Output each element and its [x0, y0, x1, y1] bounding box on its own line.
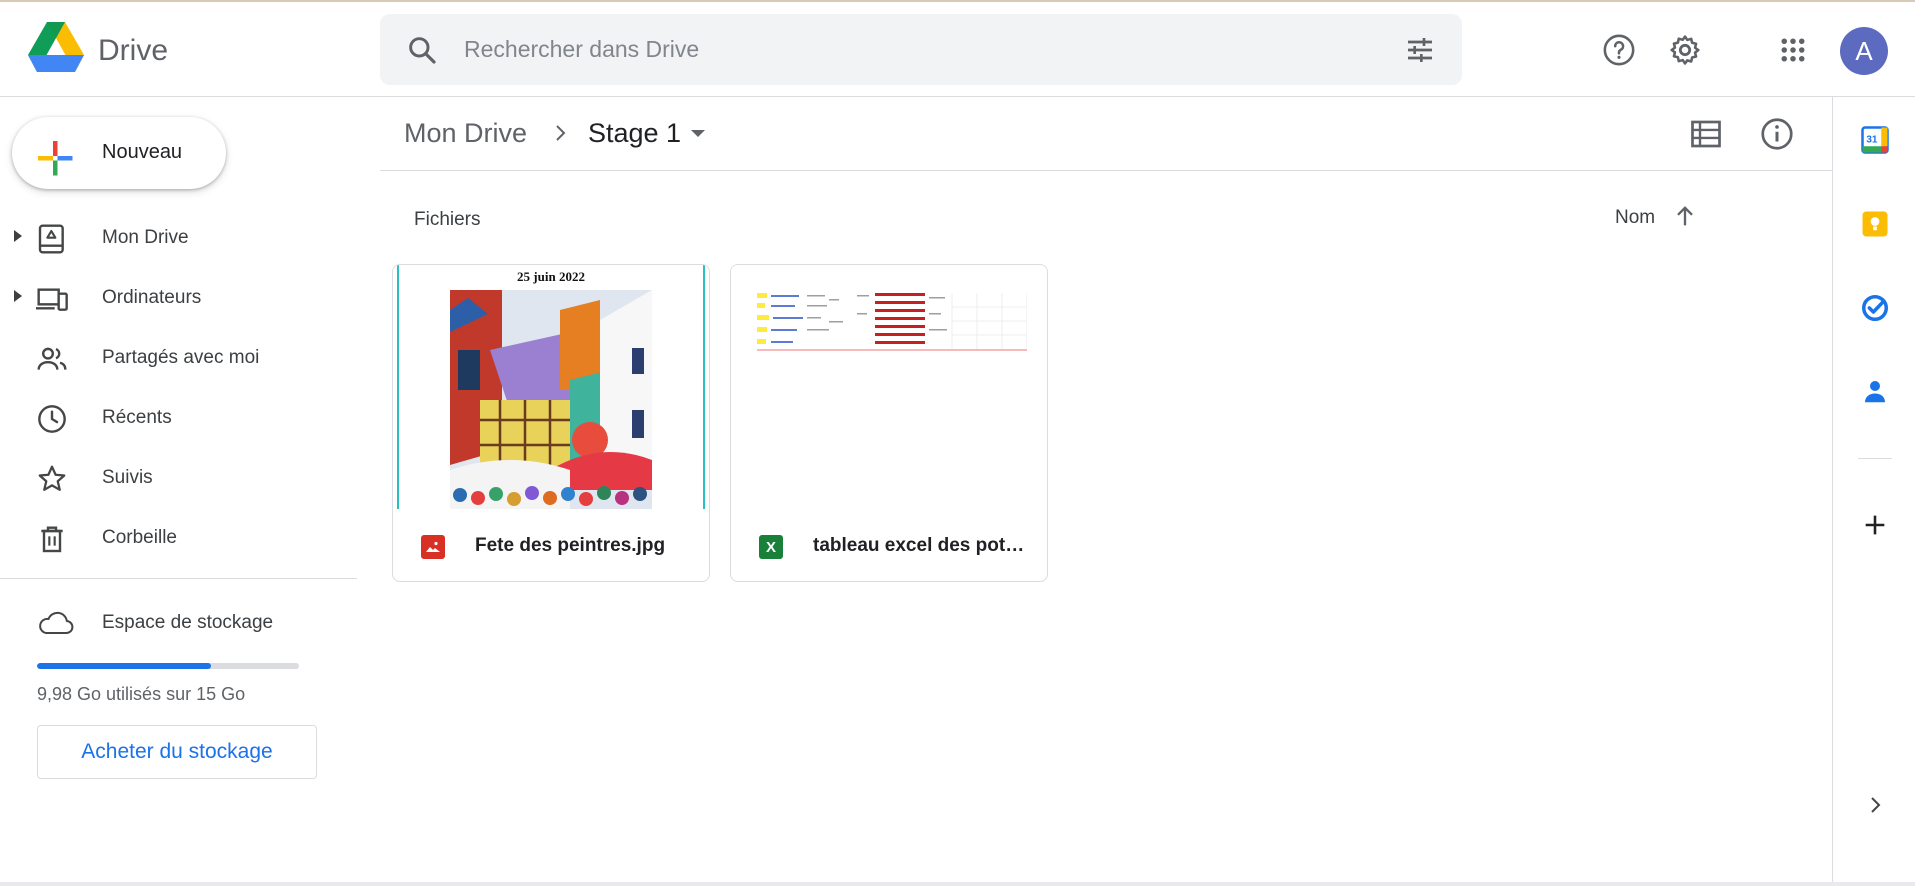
search-options-icon[interactable]	[1404, 34, 1436, 66]
search-icon[interactable]	[406, 34, 438, 66]
file-name: Fete des peintres.jpg	[475, 535, 666, 556]
thumbnail-caption: 25 juin 2022	[517, 269, 585, 284]
star-icon	[38, 465, 66, 491]
trash-icon	[41, 526, 63, 553]
apps-button[interactable]	[1771, 28, 1815, 72]
new-button[interactable]: Nouveau	[12, 117, 226, 189]
help-icon	[1603, 34, 1635, 66]
sidebar-item-recent[interactable]: Récents	[0, 393, 340, 441]
file-thumbnail: 25 juin 2022	[393, 265, 709, 509]
chevron-right-icon	[556, 125, 566, 141]
storage-label[interactable]: Espace de stockage	[102, 612, 273, 634]
tasks-app-button[interactable]	[1857, 290, 1893, 326]
arrow-up-icon[interactable]	[1671, 202, 1699, 230]
files-section-label: Fichiers	[414, 209, 481, 230]
chevron-right-icon	[1871, 797, 1881, 813]
breadcrumb-root[interactable]: Mon Drive	[404, 118, 527, 149]
clock-icon	[38, 405, 66, 433]
plus-icon	[38, 141, 73, 176]
sidebar-item-computers[interactable]: Ordinateurs	[0, 273, 340, 321]
sort-by-name-button[interactable]: Nom	[1615, 207, 1655, 229]
info-icon[interactable]	[1759, 116, 1795, 152]
brand-name: Drive	[98, 34, 169, 67]
expand-caret-icon[interactable]	[14, 290, 22, 302]
buy-storage-button[interactable]: Acheter du stockage	[37, 725, 317, 779]
toolbar-divider	[380, 170, 1832, 171]
search-input[interactable]	[464, 28, 1364, 70]
contacts-icon	[1865, 381, 1885, 403]
folder-menu-caret-icon[interactable]	[691, 130, 705, 137]
sidebar-item-label: Récents	[102, 407, 172, 428]
top-bar: Drive Rechercher dans Drive A	[0, 2, 1915, 97]
file-name: tableau excel des pote…	[813, 535, 1029, 556]
keep-icon	[1862, 211, 1888, 237]
file-card[interactable]: 25 juin 2022 Fete des peintres.jpg	[392, 264, 710, 582]
search-bar[interactable]	[380, 14, 1462, 85]
mountain-icon	[426, 541, 440, 552]
expand-caret-icon[interactable]	[14, 230, 22, 242]
file-thumbnail	[731, 265, 1047, 509]
sidebar-item-label: Suivis	[102, 467, 153, 488]
side-panel-border	[1832, 97, 1833, 886]
tasks-icon	[1862, 295, 1888, 321]
gear-icon	[1670, 35, 1700, 65]
sidebar-item-label: Ordinateurs	[102, 287, 202, 308]
svg-text:31: 31	[1866, 135, 1878, 146]
my-drive-icon	[38, 224, 64, 254]
sidebar-item-my-drive[interactable]: Mon Drive	[0, 213, 340, 261]
computers-icon	[36, 288, 68, 311]
settings-button[interactable]	[1663, 28, 1707, 72]
sidebar-item-starred[interactable]: Suivis	[0, 453, 340, 501]
storage-progress-fill	[37, 663, 212, 669]
shared-icon	[37, 347, 67, 370]
sidebar-item-trash[interactable]: Corbeille	[0, 513, 340, 561]
cloud-icon	[39, 611, 74, 634]
window-bottom-border	[0, 882, 1915, 886]
breadcrumb-current[interactable]: Stage 1	[588, 118, 681, 149]
storage-progress-bar	[37, 663, 299, 669]
sidebar-item-label: Corbeille	[102, 527, 177, 548]
apps-grid-icon	[1781, 38, 1805, 62]
image-file-icon	[421, 535, 445, 559]
new-button-label: Nouveau	[102, 141, 183, 163]
sidebar-item-label: Partagés avec moi	[102, 347, 260, 368]
hide-side-panel-button[interactable]	[1857, 787, 1893, 823]
plus-icon	[1865, 515, 1885, 535]
sidebar-item-shared[interactable]: Partagés avec moi	[0, 333, 340, 381]
sheets-file-icon: X	[759, 535, 783, 559]
drive-logo-icon[interactable]	[28, 22, 84, 72]
storage-usage-text: 9,98 Go utilisés sur 15 Go	[37, 684, 246, 704]
account-avatar[interactable]: A	[1840, 27, 1888, 75]
list-view-icon[interactable]	[1688, 116, 1724, 152]
spreadsheet-preview-image	[757, 293, 1027, 353]
contacts-app-button[interactable]	[1857, 373, 1893, 409]
help-button[interactable]	[1597, 28, 1641, 72]
side-panel-divider	[1858, 458, 1892, 459]
add-addon-button[interactable]	[1857, 507, 1893, 543]
painting-image	[450, 290, 652, 509]
sidebar-divider	[0, 578, 357, 579]
calendar-icon: 31	[1861, 126, 1889, 154]
calendar-app-button[interactable]: 31	[1857, 122, 1893, 158]
keep-app-button[interactable]	[1857, 206, 1893, 242]
sidebar-item-label: Mon Drive	[102, 227, 189, 248]
file-card[interactable]: X tableau excel des pote…	[730, 264, 1048, 582]
